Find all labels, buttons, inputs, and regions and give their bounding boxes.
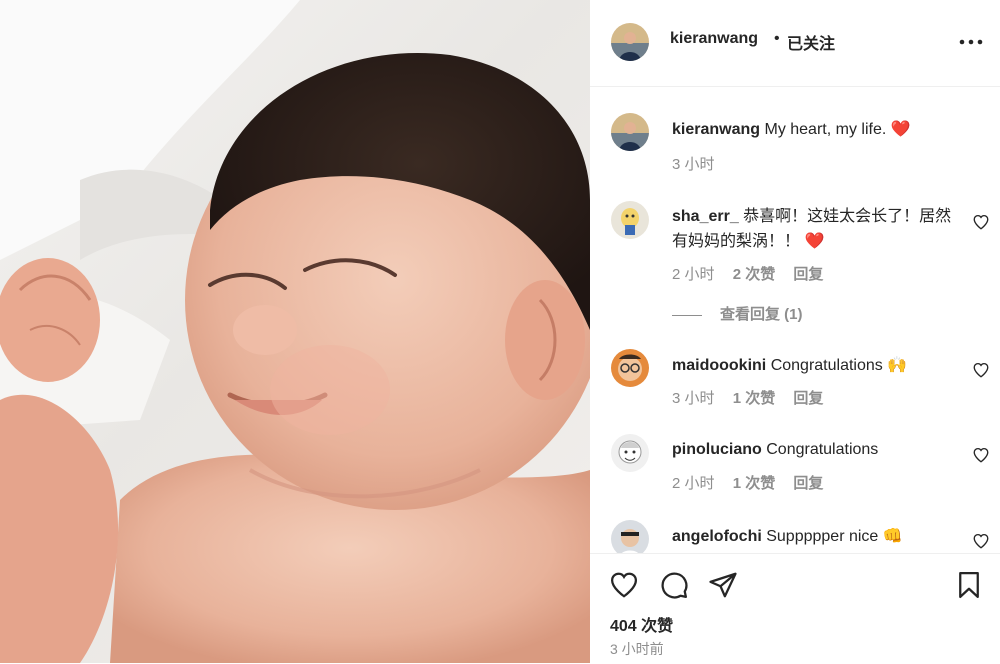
comment-like-icon[interactable] [972, 213, 990, 231]
caption: kieranwang My heart, my life. ❤️ 3 小时 [590, 113, 1000, 183]
baby-photo-illustration [0, 0, 590, 663]
comment-time: 3 小时 [672, 390, 715, 407]
post-timestamp: 3 小时前 [610, 641, 664, 657]
comment-likes[interactable]: 1 次赞 [733, 475, 776, 492]
comment-body: Suppppper nice [766, 528, 879, 545]
reply-button[interactable]: 回复 [793, 266, 823, 283]
comment-text: angelofochi Suppppper nice 👊 [672, 524, 962, 549]
comment-item: maidoookini Congratulations 🙌 3 小时 1 次赞 … [590, 349, 1000, 419]
raising-hands-emoji: 🙌 [887, 355, 908, 374]
comment-username[interactable]: maidoookini [672, 357, 766, 374]
caption-time: 3 小时 [672, 156, 715, 173]
heart-icon[interactable] [609, 570, 639, 600]
caption-text: kieranwang My heart, my life. ❤️ [672, 117, 962, 142]
like-count[interactable]: 404 次赞 [610, 612, 673, 636]
commenter-avatar[interactable] [611, 349, 649, 387]
comment-icon[interactable] [659, 570, 689, 600]
bookmark-icon[interactable] [954, 570, 984, 600]
reply-button[interactable]: 回复 [793, 390, 823, 407]
comment-body: Congratulations [766, 441, 879, 458]
comment-time: 2 小时 [672, 266, 715, 283]
author-username[interactable]: kieranwang [670, 30, 758, 48]
comment-username[interactable]: sha_err_ [672, 208, 739, 225]
caption-body: My heart, my life. [764, 121, 887, 138]
view-replies-line [672, 314, 702, 316]
post-actions: 404 次赞 3 小时前 [590, 553, 1000, 664]
comment-likes[interactable]: 2 次赞 [733, 266, 776, 283]
view-replies-label: 查看回复 (1) [720, 306, 803, 323]
author-avatar[interactable] [611, 23, 649, 61]
heart-emoji: ❤️ [890, 119, 911, 138]
separator-dot: • [774, 30, 780, 47]
fist-emoji: 👊 [882, 526, 903, 545]
comment-body: Congratulations [770, 357, 883, 374]
comment-text: pinoluciano Congratulations [672, 438, 962, 462]
comment-like-icon[interactable] [972, 532, 990, 550]
comment-text: maidoookini Congratulations 🙌 [672, 353, 962, 378]
comment-meta: 2 小时 1 次赞 回复 [672, 472, 837, 493]
comment-username[interactable]: angelofochi [672, 528, 762, 545]
comment-item: pinoluciano Congratulations 2 小时 1 次赞 回复 [590, 434, 1000, 504]
follow-status-button[interactable]: 已关注 [787, 30, 835, 54]
comment-text: sha_err_ 恭喜啊！这娃太会长了！居然有妈妈的梨涡！！ ❤️ [672, 205, 962, 254]
post-header: kieranwang • 已关注 [590, 0, 1000, 87]
comment-meta: 3 小时 1 次赞 回复 [672, 387, 837, 408]
send-icon[interactable] [708, 570, 738, 600]
comment-username[interactable]: pinoluciano [672, 441, 762, 458]
comment-like-icon[interactable] [972, 361, 990, 379]
comment-time: 2 小时 [672, 475, 715, 492]
comment-item: sha_err_ 恭喜啊！这娃太会长了！居然有妈妈的梨涡！！ ❤️ 2 小时 2… [590, 201, 1000, 324]
heart-emoji: ❤️ [804, 231, 825, 250]
comment-meta: 2 小时 2 次赞 回复 [672, 263, 837, 284]
comments-list[interactable]: kieranwang My heart, my life. ❤️ 3 小时 sh… [590, 87, 1000, 553]
comment-likes[interactable]: 1 次赞 [733, 390, 776, 407]
commenter-avatar[interactable] [611, 434, 649, 472]
author-avatar[interactable] [611, 113, 649, 151]
commenter-avatar[interactable] [611, 201, 649, 239]
more-options-icon[interactable] [956, 32, 986, 52]
post-details-panel: kieranwang • 已关注 kieranwang My heart, my… [590, 0, 1000, 663]
commenter-avatar[interactable] [611, 520, 649, 553]
comment-item: angelofochi Suppppper nice 👊 [590, 520, 1000, 553]
caption-username[interactable]: kieranwang [672, 121, 760, 138]
comment-like-icon[interactable] [972, 446, 990, 464]
view-replies-button[interactable]: 查看回复 (1) [672, 303, 803, 324]
reply-button[interactable]: 回复 [793, 475, 823, 492]
caption-meta: 3 小时 [672, 153, 729, 174]
post-photo[interactable] [0, 0, 590, 663]
